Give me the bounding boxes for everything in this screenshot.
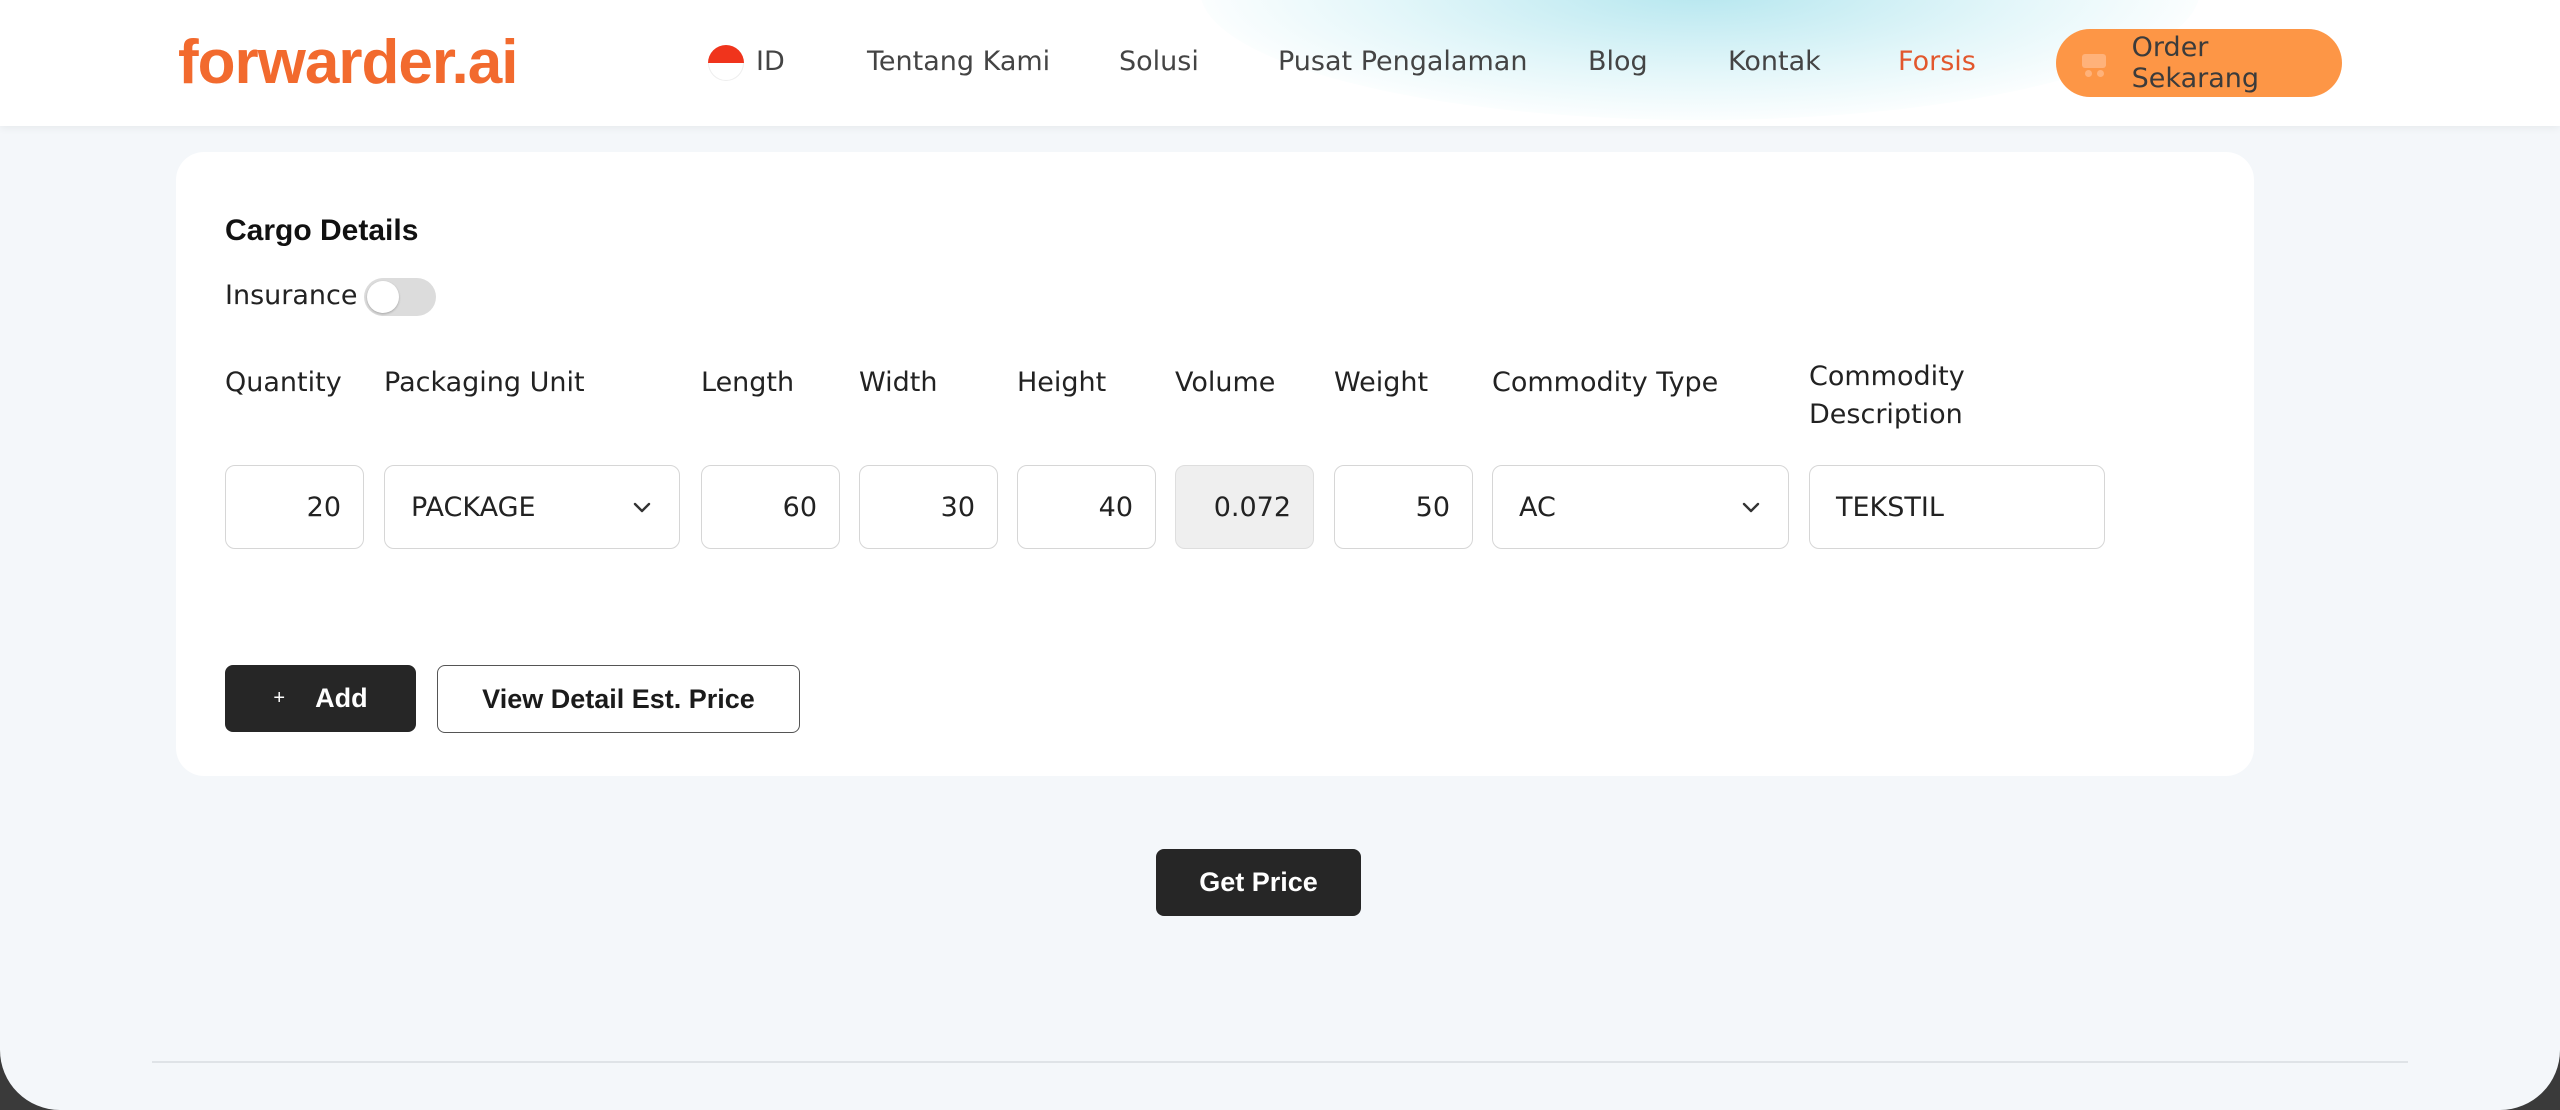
get-price-button[interactable]: Get Price: [1156, 849, 1361, 916]
weight-label: Weight: [1334, 367, 1429, 398]
forwarder-logo[interactable]: forwarder.ai: [178, 28, 518, 98]
nav-item-kontak[interactable]: Kontak: [1728, 44, 1821, 80]
language-selector[interactable]: ID: [756, 44, 785, 80]
add-cargo-button[interactable]: + Add: [225, 665, 416, 732]
chevron-down-icon: [1742, 502, 1760, 513]
commodity-type-select[interactable]: AC: [1492, 465, 1789, 549]
nav-item-tentang-kami[interactable]: Tentang Kami: [867, 44, 1050, 80]
commodity-description-label-line1: Commodity: [1809, 361, 1965, 392]
width-label: Width: [859, 367, 938, 398]
quantity-field[interactable]: 20: [225, 465, 364, 549]
nav-item-forsis[interactable]: Forsis: [1898, 44, 1976, 80]
quantity-label: Quantity: [225, 367, 342, 398]
weight-field[interactable]: 50: [1334, 465, 1473, 549]
top-navigation-bar: forwarder.ai ID Tentang Kami Solusi Pusa…: [0, 0, 2560, 126]
toggle-knob: [367, 281, 399, 313]
page: forwarder.ai ID Tentang Kami Solusi Pusa…: [0, 0, 2560, 1110]
nav-item-pusat-pengalaman[interactable]: Pusat Pengalaman: [1278, 44, 1527, 80]
add-label: Add: [315, 683, 368, 713]
plus-icon: +: [273, 687, 286, 709]
length-field[interactable]: 60: [701, 465, 840, 549]
footer-divider: [152, 1061, 2408, 1063]
insurance-toggle[interactable]: [364, 278, 436, 316]
height-field[interactable]: 40: [1017, 465, 1156, 549]
packaging-unit-select[interactable]: PACKAGE: [384, 465, 680, 549]
nav-item-solusi[interactable]: Solusi: [1119, 44, 1199, 80]
volume-label: Volume: [1175, 367, 1276, 398]
cart-icon: [2080, 48, 2110, 78]
volume-field: 0.072: [1175, 465, 1314, 549]
commodity-type-label: Commodity Type: [1492, 367, 1719, 398]
commodity-description-field[interactable]: TEKSTIL: [1809, 465, 2105, 549]
insurance-label: Insurance: [225, 280, 358, 311]
width-field[interactable]: 30: [859, 465, 998, 549]
commodity-type-value: AC: [1519, 491, 1556, 523]
length-label: Length: [701, 367, 795, 398]
height-label: Height: [1017, 367, 1107, 398]
indonesia-flag-icon[interactable]: [708, 45, 744, 81]
packaging-unit-value: PACKAGE: [411, 491, 536, 523]
nav-item-blog[interactable]: Blog: [1588, 44, 1648, 80]
order-now-button[interactable]: Order Sekarang: [2056, 29, 2342, 97]
order-now-label: Order Sekarang: [2131, 32, 2260, 94]
view-detail-price-button[interactable]: View Detail Est. Price: [437, 665, 800, 733]
cargo-details-title: Cargo Details: [225, 214, 419, 247]
packaging-unit-label: Packaging Unit: [384, 367, 585, 398]
commodity-description-label-line2: Description: [1809, 399, 1963, 430]
chevron-down-icon: [633, 502, 651, 513]
